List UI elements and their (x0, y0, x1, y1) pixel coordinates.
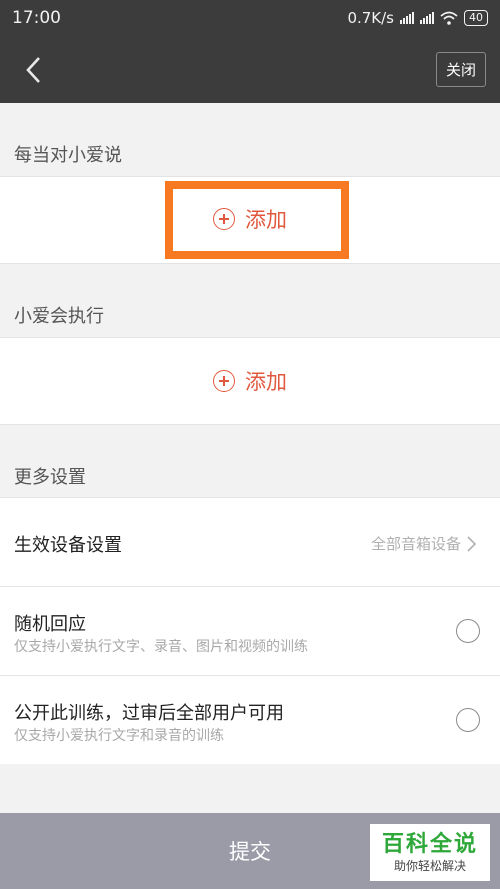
watermark-sub: 助你轻松解决 (393, 858, 466, 873)
add-action-button[interactable]: 添加 (0, 365, 500, 397)
signal-icon (400, 12, 414, 24)
watermark-title: 百科全说 (381, 831, 478, 857)
signal-icon (420, 12, 434, 24)
plus-circle-icon (213, 370, 235, 392)
public-training-radio[interactable] (456, 708, 480, 732)
public-training-sub: 仅支持小爱执行文字和录音的训练 (14, 728, 224, 744)
device-setting-label: 生效设备设置 (14, 535, 122, 556)
watermark-logo: 百科全说 助你轻松解决 (370, 824, 490, 881)
add-action-label: 添加 (245, 370, 287, 394)
device-setting-value-text: 全部音箱设备 (370, 535, 461, 553)
random-reply-label: 随机回应 (14, 614, 86, 635)
highlight-box (165, 181, 349, 259)
back-icon[interactable] (18, 55, 48, 85)
net-speed: 0.7K/s (347, 9, 394, 27)
chevron-right-icon (467, 535, 476, 552)
device-setting-value: 全部音箱设备 (371, 533, 476, 554)
public-training-label: 公开此训练，过审后全部用户可用 (14, 703, 284, 724)
section-title-more: 更多设置 (14, 467, 86, 488)
status-bar: 17:00 0.7K/s 40 (0, 0, 500, 36)
random-reply-row[interactable]: 随机回应 仅支持小爱执行文字、录音、图片和视频的训练 (0, 587, 500, 675)
close-button[interactable]: 关闭 (435, 52, 486, 87)
status-time: 17:00 (12, 8, 61, 28)
nav-bar: 关闭 (0, 36, 500, 103)
section-title-trigger: 每当对小爱说 (14, 145, 122, 166)
status-indicators: 0.7K/s 40 (347, 9, 488, 27)
submit-label: 提交 (229, 840, 271, 864)
random-reply-sub: 仅支持小爱执行文字、录音、图片和视频的训练 (14, 639, 308, 655)
wifi-icon (440, 11, 458, 25)
public-training-row[interactable]: 公开此训练，过审后全部用户可用 仅支持小爱执行文字和录音的训练 (0, 676, 500, 764)
random-reply-radio[interactable] (456, 619, 480, 643)
section-title-action: 小爱会执行 (14, 306, 104, 327)
header: 17:00 0.7K/s 40 关闭 (0, 0, 500, 103)
battery-icon: 40 (464, 10, 488, 26)
device-setting-row[interactable]: 生效设备设置 全部音箱设备 (0, 497, 500, 586)
